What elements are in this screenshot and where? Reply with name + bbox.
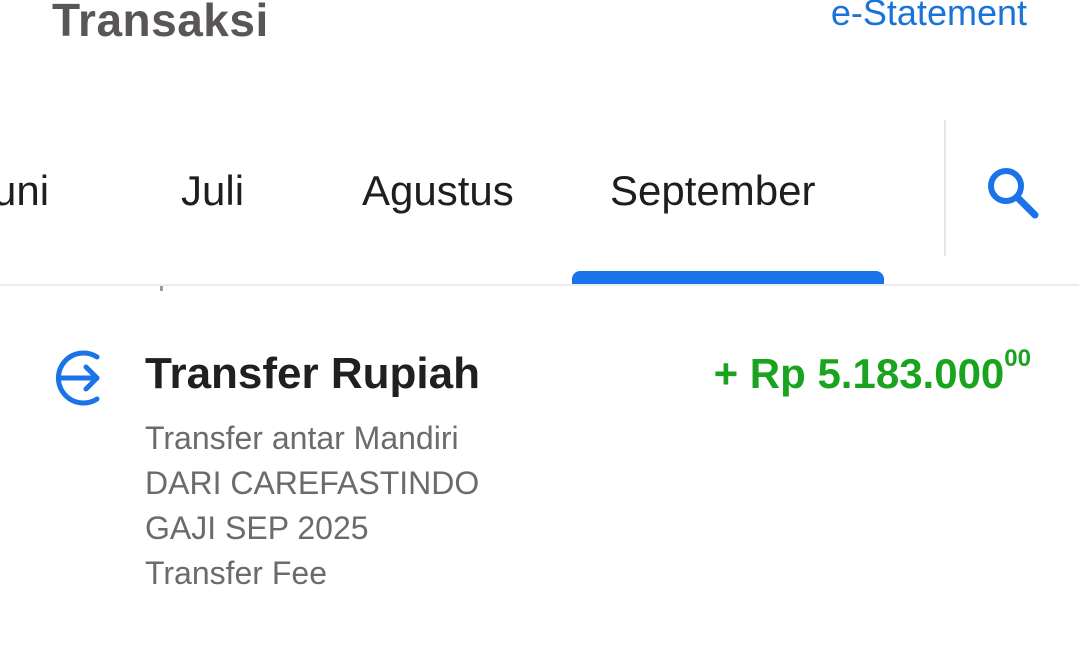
description-line: GAJI SEP 2025 (145, 510, 369, 546)
description-line: DARI CAREFASTINDO (145, 465, 480, 501)
tab-september[interactable]: September (610, 165, 815, 217)
tab-juli[interactable]: Juli (181, 165, 244, 217)
transaction-title: Transfer Rupiah (145, 349, 480, 398)
search-icon (988, 168, 1039, 219)
tabs-divider (944, 120, 946, 256)
tab-juni[interactable]: Juni (0, 165, 49, 217)
list-marker (160, 286, 163, 291)
transaction-amount: + Rp 5.183.00000 (714, 346, 1031, 402)
description-line: Transfer antar Mandiri (145, 420, 459, 456)
transaction-item[interactable]: Transfer Rupiah + Rp 5.183.00000 Transfe… (0, 330, 1079, 610)
transactions-screen: Transaksi e-Statement Juni Juli Agustus … (0, 0, 1079, 658)
selected-tab-indicator (572, 271, 884, 285)
amount-main: + Rp 5.183.000 (713, 350, 1005, 397)
tab-agustus[interactable]: Agustus (362, 165, 514, 217)
transaction-description: Transfer antar Mandiri DARI CAREFASTINDO… (145, 416, 479, 596)
e-statement-link[interactable]: e-Statement (831, 0, 1027, 38)
description-line: Transfer Fee (145, 555, 327, 591)
page-title: Transaksi (52, 0, 269, 46)
month-tabs: Juni Juli Agustus September (0, 120, 945, 285)
amount-decimal: 00 (1004, 345, 1031, 372)
transfer-in-icon (55, 350, 100, 406)
search-button[interactable] (980, 160, 1044, 224)
